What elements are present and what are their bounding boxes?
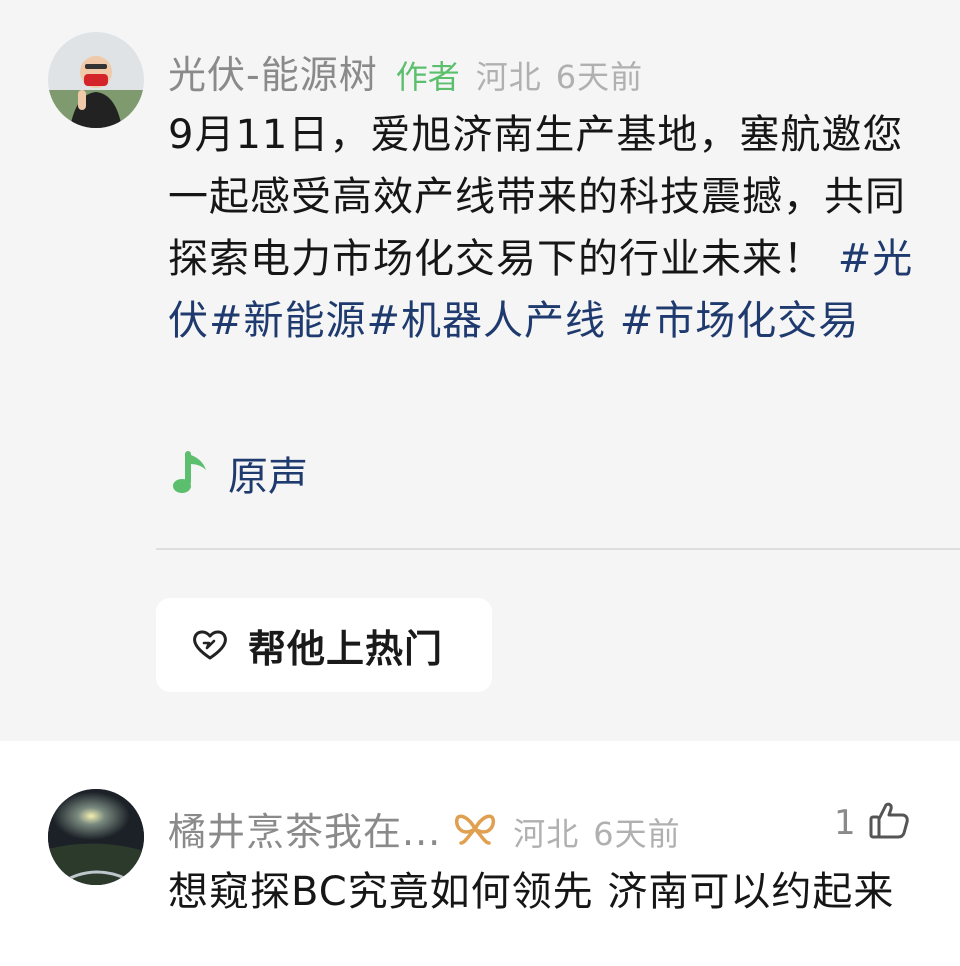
divider (156, 548, 960, 550)
boost-button[interactable]: 帮他上热门 (156, 598, 492, 692)
post-text: 9月11日，爱旭济南生产基地，塞航邀您一起感受高效产线带来的科技震撼，共同探索电… (168, 104, 928, 352)
comment-item: 橘井烹茶我在... 河北 6天前 1 想窥探BC究竟如何领先 济南可以约起来 (0, 741, 960, 966)
comment-text: 想窥探BC究竟如何领先 济南可以约起来 (168, 869, 895, 915)
comment-time: 6天前 (593, 815, 681, 853)
thumbs-up-icon[interactable] (868, 799, 910, 841)
hashtag-link[interactable]: #新能源 (209, 298, 367, 344)
original-sound-link[interactable]: 原声 (172, 444, 308, 502)
commenter-avatar[interactable] (48, 789, 144, 885)
hashtag-link[interactable]: #市场化交易 (620, 298, 860, 344)
comment-location: 河北 (513, 815, 580, 853)
post-body: 9月11日，爱旭济南生产基地，塞航邀您一起感受高效产线带来的科技震撼，共同探索电… (168, 112, 906, 282)
music-note-icon (173, 451, 206, 493)
author-tag: 作者 (395, 58, 460, 96)
commenter-username[interactable]: 橘井烹茶我在... (168, 801, 441, 856)
commenter-name-line: 橘井烹茶我在... 河北 6天前 (168, 801, 681, 856)
author-username[interactable]: 光伏-能源树 (168, 44, 378, 99)
post-time: 6天前 (555, 58, 644, 96)
boost-label: 帮他上热门 (248, 626, 444, 671)
heart-boost-icon (193, 630, 227, 660)
hashtag-link[interactable]: #机器人产线 (367, 298, 607, 344)
author-avatar[interactable] (48, 32, 144, 128)
butterfly-badge-icon (455, 814, 496, 845)
sound-label: 原声 (228, 454, 308, 500)
like-count: 1 (834, 803, 856, 843)
post-location: 河北 (475, 58, 542, 96)
author-name-line: 光伏-能源树 作者 河北 6天前 (168, 44, 643, 99)
author-post-section: 光伏-能源树 作者 河北 6天前 9月11日，爱旭济南生产基地，塞航邀您一起感受… (0, 0, 960, 741)
